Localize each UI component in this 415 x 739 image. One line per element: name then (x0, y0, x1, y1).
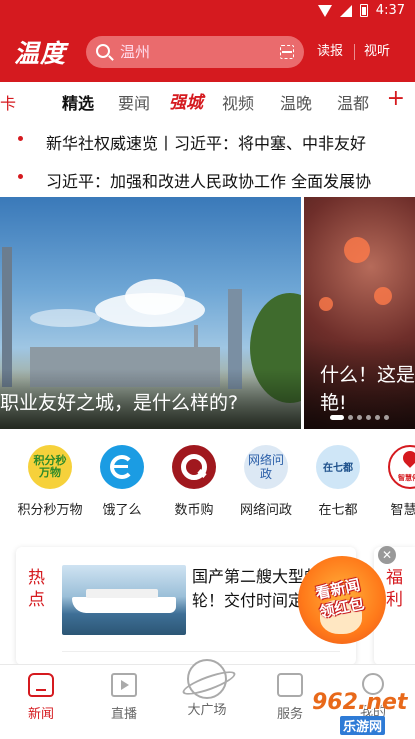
carousel-caption-next: 什么！这是 艳! (320, 364, 415, 414)
app-label: 饿了么 (102, 503, 142, 518)
cloud-shape (125, 279, 185, 315)
carousel-indicator (330, 415, 389, 420)
ticker-headline: 新华社权威速览丨习近平：将中塞、中非友好 (46, 134, 367, 153)
planet-icon (187, 659, 227, 699)
cloud-shape (30, 309, 100, 327)
carousel-dot (366, 415, 371, 420)
news-ticker: 新华社权威速览丨习近平：将中塞、中非友好 习近平：加强和改进人民政协工作 全面发… (0, 122, 415, 196)
bullet-icon (18, 174, 23, 179)
app-label: 数币购 (174, 503, 214, 518)
skyscraper-shape (2, 247, 12, 387)
search-box[interactable] (86, 36, 304, 68)
hero-carousel[interactable]: 职业友好之城，是什么样的? 什么！这是 艳! (0, 197, 415, 429)
channel-tabs: 飞卡 精选 要闻 强城 视频 温晚 温都 + (0, 82, 415, 120)
carousel-dot (348, 415, 353, 420)
lantern-shape (319, 297, 333, 311)
ticker-item[interactable]: 习近平：加强和改进人民政协工作 全面发展协 (0, 160, 415, 196)
eleme-icon (100, 445, 144, 489)
hot-label: 热点 (28, 568, 45, 610)
cruise-ship-thumbnail[interactable] (62, 565, 186, 635)
battery-icon (359, 4, 368, 17)
divider (62, 651, 340, 652)
wangluo-wenzheng-icon: 网络问政 (244, 445, 288, 489)
tab-wendu[interactable]: 温都 (337, 90, 369, 114)
watermark-logo: 962.net 乐游网 (312, 690, 408, 735)
nav-live[interactable]: 直播 (89, 669, 159, 722)
status-time: 4:37 (375, 3, 405, 18)
search-icon (96, 44, 110, 58)
tab-feika[interactable]: 飞卡 (0, 90, 16, 114)
status-icons: 4:37 (317, 3, 405, 18)
signal-icon (339, 4, 352, 17)
lantern-shape (374, 287, 392, 305)
nav-news[interactable]: 新闻 (6, 669, 76, 722)
tab-qiangcheng[interactable]: 强城 (169, 88, 203, 113)
bullet-icon (18, 136, 23, 141)
nav-square[interactable]: 大广场 (172, 659, 242, 718)
carousel-dot (384, 415, 389, 420)
nav-label: 新闻 (27, 707, 54, 722)
ship-shape (72, 589, 176, 613)
carousel-caption: 职业友好之城，是什么样的? (0, 392, 239, 414)
app-eleme[interactable]: 饿了么 (86, 445, 158, 518)
ticker-headline: 习近平：加强和改进人民政协工作 全面发展协 (46, 172, 372, 191)
audio-video-button[interactable]: 视听 (364, 40, 390, 64)
quick-apps: 积分秒万物 积分秒万物 饿了么 数币购 网络问政 网络问政 在七都 在七都 智慧… (0, 445, 415, 529)
read-newspaper-button[interactable]: 读报 (317, 40, 343, 64)
carousel-slide-main[interactable]: 职业友好之城，是什么样的? (0, 197, 301, 429)
app-wangluo-wenzheng[interactable]: 网络问政 网络问政 (230, 445, 302, 518)
app-label: 智慧停 (390, 503, 415, 518)
lantern-shape (344, 237, 370, 263)
tab-wenwan[interactable]: 温晚 (280, 90, 312, 114)
red-packet-promo[interactable]: 看新闻 领红包 (290, 556, 390, 646)
nav-label: 大广场 (187, 703, 227, 718)
ticker-item[interactable]: 新华社权威速览丨习近平：将中塞、中非友好 (0, 122, 415, 158)
close-icon[interactable]: ✕ (378, 546, 396, 564)
app-jifen[interactable]: 积分秒万物 积分秒万物 (14, 445, 86, 518)
app-smart-parking[interactable]: 智慧停车 智慧停 (374, 445, 415, 518)
carousel-dot (330, 415, 344, 420)
tab-headlines[interactable]: 要闻 (118, 90, 150, 114)
service-icon (277, 673, 303, 697)
qidu-icon: 在七都 (316, 445, 360, 489)
live-icon (111, 673, 137, 697)
scan-icon[interactable] (280, 45, 294, 59)
carousel-dot (375, 415, 380, 420)
digital-coin-icon (172, 445, 216, 489)
app-label: 网络问政 (239, 503, 292, 518)
home-icon (28, 673, 54, 697)
add-channel-icon[interactable]: + (387, 86, 405, 111)
jifen-icon: 积分秒万物 (28, 445, 72, 489)
header-divider (354, 44, 355, 60)
app-digital-coin[interactable]: 数币购 (158, 445, 230, 518)
carousel-dot (357, 415, 362, 420)
tab-video[interactable]: 视频 (222, 90, 254, 114)
wifi-icon (317, 4, 332, 17)
status-bar: 4:37 (0, 0, 415, 22)
tab-featured[interactable]: 精选 (62, 90, 94, 114)
app-label: 在七都 (318, 503, 358, 518)
app-qidu[interactable]: 在七都 在七都 (302, 445, 374, 518)
app-logo: 温度 (14, 39, 67, 68)
search-input[interactable] (120, 41, 270, 63)
app-header: 温度 读报 视听 (0, 22, 415, 82)
smart-parking-icon: 智慧停车 (388, 445, 415, 489)
app-label: 积分秒万物 (17, 503, 83, 518)
nav-label: 直播 (110, 707, 137, 722)
carousel-slide-next[interactable]: 什么！这是 艳! (304, 197, 415, 429)
